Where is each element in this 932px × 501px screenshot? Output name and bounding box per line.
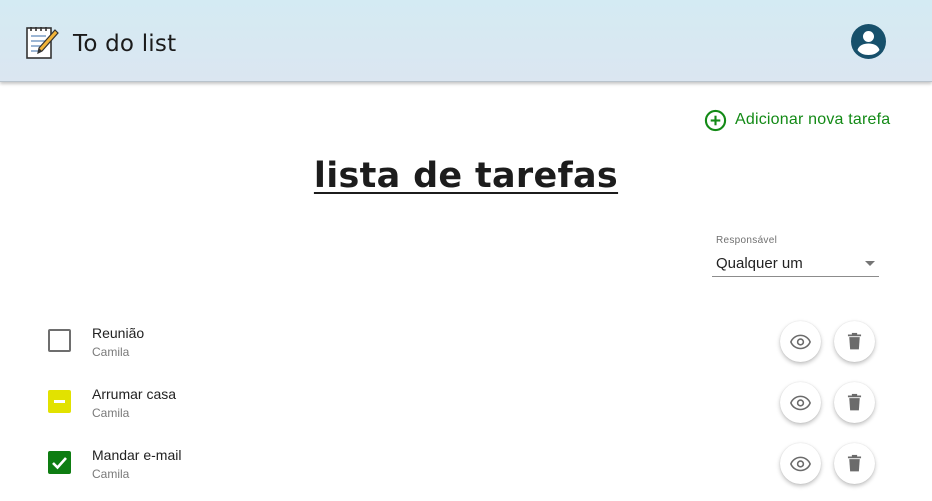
responsible-filter-select[interactable]: Responsável Qualquer um [712, 235, 879, 277]
task-row: Reunião Camila [0, 316, 932, 372]
indeterminate-mark-icon [54, 400, 65, 403]
add-task-button[interactable]: Adicionar nova tarefa [704, 108, 890, 132]
task-title: Arrumar casa [92, 386, 177, 402]
view-task-button[interactable] [780, 443, 821, 484]
view-task-button[interactable] [780, 321, 821, 362]
view-task-button[interactable] [780, 382, 821, 423]
trash-icon [847, 454, 862, 472]
eye-icon [790, 334, 811, 350]
trash-icon [847, 393, 862, 411]
task-status-checkbox[interactable] [48, 329, 71, 352]
account-circle-icon[interactable] [850, 23, 887, 60]
task-owner: Camila [92, 406, 130, 420]
task-owner: Camila [92, 467, 130, 481]
add-task-label: Adicionar nova tarefa [735, 111, 891, 128]
filter-value: Qualquer um [716, 255, 803, 272]
check-icon [52, 457, 67, 470]
eye-icon [790, 456, 811, 472]
delete-task-button[interactable] [834, 382, 875, 423]
task-title: Reunião [92, 325, 145, 341]
add-circle-outline-icon [704, 109, 727, 131]
filter-label: Responsável [716, 235, 778, 246]
task-status-checkbox[interactable] [48, 390, 71, 413]
delete-task-button[interactable] [834, 321, 875, 362]
task-owner: Camila [92, 345, 130, 359]
page-title: lista de tarefas [313, 156, 619, 196]
eye-icon [790, 395, 811, 411]
task-row: Mandar e-mail Camila [0, 438, 932, 494]
dropdown-arrow-icon [865, 261, 875, 266]
delete-task-button[interactable] [834, 443, 875, 484]
app-title: To do list [73, 31, 177, 57]
task-status-checkbox[interactable] [48, 451, 71, 474]
trash-icon [847, 332, 862, 350]
notepad-pencil-icon [26, 27, 59, 59]
task-title: Mandar e-mail [92, 447, 182, 463]
task-row: Arrumar casa Camila [0, 377, 932, 433]
app-bar: To do list [0, 0, 932, 82]
select-underline [712, 276, 879, 277]
